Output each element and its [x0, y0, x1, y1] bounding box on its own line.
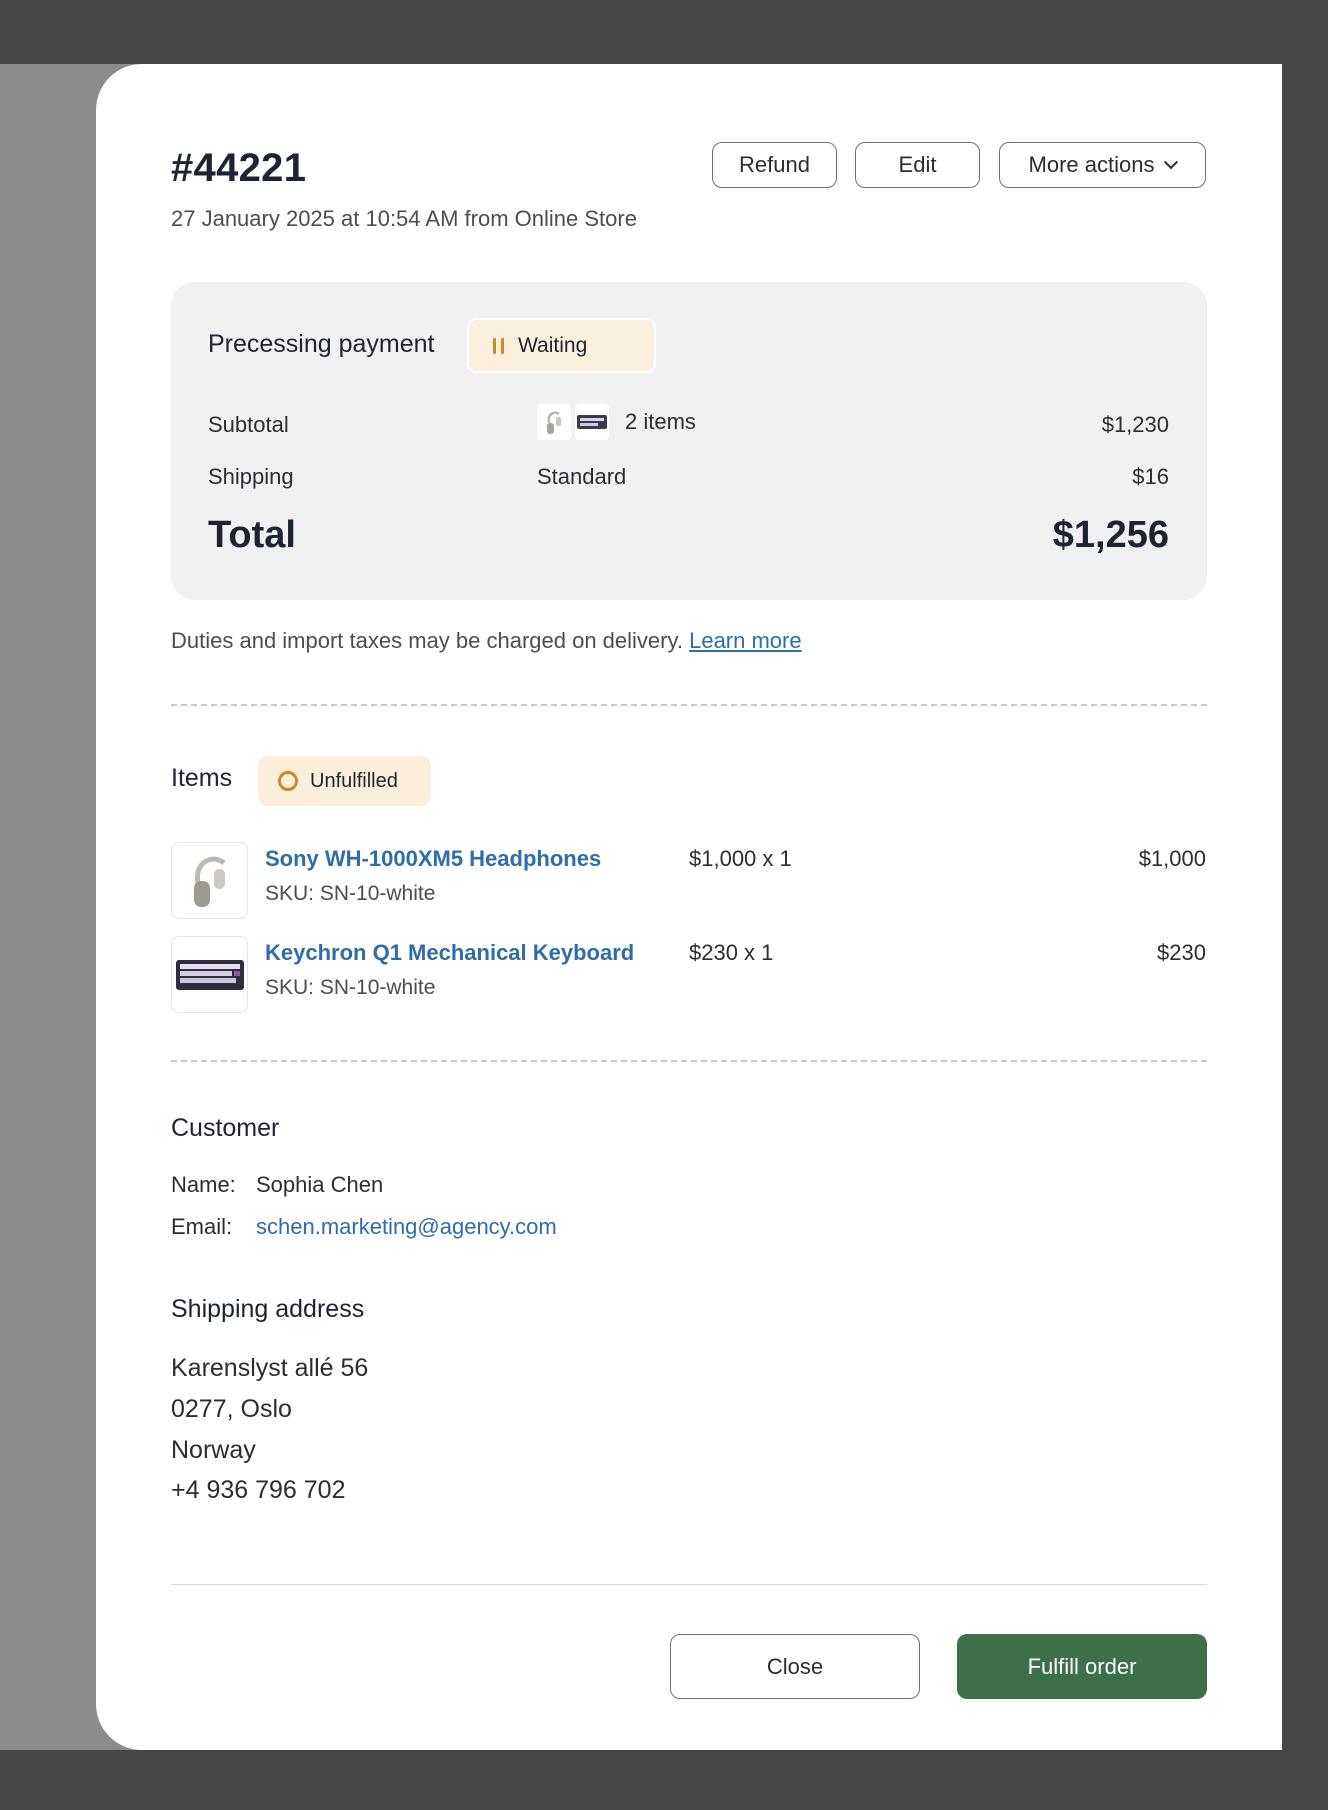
total-label: Total [208, 514, 296, 556]
item-line-total: $230 [1157, 940, 1206, 965]
section-divider [171, 1060, 1207, 1062]
footer-divider [171, 1584, 1207, 1585]
item-price-qty: $230 x 1 [689, 940, 774, 965]
address-phone: +4 936 796 702 [171, 1476, 346, 1504]
pause-icon [493, 337, 504, 354]
item-sku: SKU: SN-10-white [265, 882, 436, 905]
item-price-qty: $1,000 x 1 [689, 846, 792, 871]
duties-notice: Duties and import taxes may be charged o… [171, 628, 802, 654]
subtotal-value: $1,230 [1101, 412, 1169, 437]
order-meta: 27 January 2025 at 10:54 AM from Online … [171, 206, 637, 231]
shipping-method: Standard [537, 464, 627, 489]
fulfill-order-button[interactable]: Fulfill order [957, 1634, 1207, 1699]
subtotal-items: 2 items [537, 404, 696, 440]
total-value: $1,256 [1052, 514, 1169, 556]
chevron-down-icon [1164, 155, 1179, 170]
shipping-address-title: Shipping address [171, 1295, 365, 1323]
shipping-label: Shipping [208, 464, 294, 489]
address-line: Karenslyst allé 56 [171, 1354, 369, 1382]
address-line: Norway [171, 1436, 256, 1464]
headphones-icon [171, 842, 248, 919]
fulfill-order-button-label: Fulfill order [1027, 1653, 1137, 1679]
subtotal-items-count: 2 items [625, 409, 696, 434]
edit-button-label: Edit [898, 152, 937, 177]
item-name-link[interactable]: Sony WH-1000XM5 Headphones [265, 846, 601, 872]
keyboard-icon [575, 404, 609, 440]
learn-more-link[interactable]: Learn more [689, 628, 802, 653]
section-divider [171, 704, 1207, 706]
order-modal: #44221 27 January 2025 at 10:54 AM from … [96, 64, 1282, 1750]
payment-title: Precessing payment [208, 330, 435, 358]
more-actions-dropdown[interactable]: More actions [999, 142, 1206, 188]
edit-button[interactable]: Edit [855, 142, 980, 188]
fulfillment-status-label: Unfulfilled [310, 769, 398, 792]
payment-status-label: Waiting [518, 333, 588, 357]
item-name-link[interactable]: Keychron Q1 Mechanical Keyboard [265, 940, 634, 966]
items-title: Items [171, 764, 233, 792]
customer-email-link[interactable]: schen.marketing@agency.com [256, 1214, 557, 1240]
subtotal-label: Subtotal [208, 412, 289, 437]
payment-summary-card: Precessing payment Waiting Subtotal 2 it… [171, 282, 1207, 600]
close-button[interactable]: Close [670, 1634, 920, 1699]
close-button-label: Close [766, 1653, 824, 1679]
modal-content: #44221 27 January 2025 at 10:54 AM from … [171, 64, 1207, 1750]
address-line: 0277, Oslo [171, 1395, 292, 1423]
circle-icon [278, 771, 298, 791]
item-sku: SKU: SN-10-white [265, 976, 436, 999]
shipping-value: $16 [1132, 464, 1169, 489]
customer-title: Customer [171, 1114, 280, 1142]
fulfillment-status-badge: Unfulfilled [258, 756, 431, 806]
more-actions-label: More actions [1028, 152, 1155, 177]
customer-name-label: Name: [171, 1172, 236, 1197]
customer-email-label: Email: [171, 1214, 233, 1239]
item-line-total: $1,000 [1138, 846, 1206, 871]
refund-button-label: Refund [739, 152, 810, 177]
keyboard-icon [171, 936, 248, 1013]
headphones-icon [537, 404, 571, 440]
customer-name: Sophia Chen [256, 1172, 384, 1197]
order-id: #44221 [171, 146, 307, 190]
duties-text: Duties and import taxes may be charged o… [171, 628, 683, 653]
refund-button[interactable]: Refund [712, 142, 837, 188]
payment-status-badge: Waiting [467, 318, 656, 373]
